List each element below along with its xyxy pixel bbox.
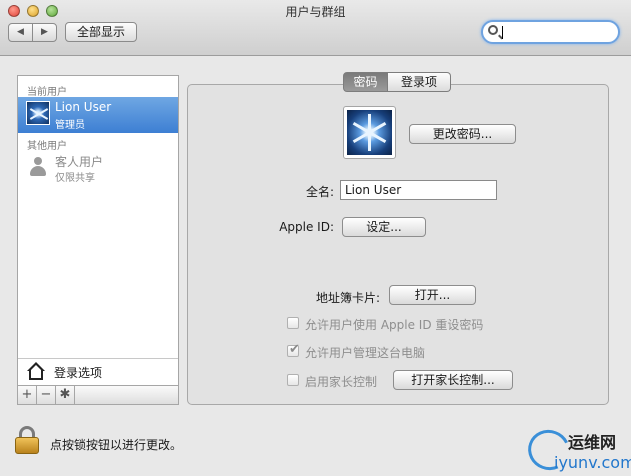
parental-controls-label: 启用家长控制 <box>305 375 378 389</box>
users-groups-window: 用户与群组 ◀ ▶ 全部显示 当前用户 Lion User 管理员 其他用户 客… <box>0 0 631 476</box>
lock-hint: 点按锁按钮以进行更改。 <box>50 438 183 452</box>
user-picture[interactable] <box>343 106 396 159</box>
guest-user-icon <box>28 157 48 177</box>
apple-id-label: Apple ID: <box>279 220 334 234</box>
full-name-label: 全名: <box>305 185 334 199</box>
address-card-label: 地址簿卡片: <box>315 291 380 305</box>
allow-reset-label: 允许用户使用 Apple ID 重设密码 <box>305 318 484 332</box>
user-name: Lion User <box>55 100 112 114</box>
watermark-top: 运维网 <box>568 433 617 452</box>
search-input[interactable] <box>481 20 620 44</box>
current-users-label: 当前用户 <box>27 87 67 98</box>
gear-icon[interactable]: ✱ <box>56 386 75 404</box>
lock-icon[interactable] <box>15 426 39 454</box>
remove-user-button[interactable]: − <box>37 386 56 404</box>
address-card-open-button[interactable]: 打开... <box>389 285 476 305</box>
user-row-guest[interactable]: 客人用户 仅限共享 <box>18 150 178 186</box>
login-options-item[interactable]: 登录选项 <box>18 358 178 384</box>
window-title: 用户与群组 <box>285 5 346 19</box>
snowflake-picture-icon <box>347 110 392 155</box>
sidebar-button-bar: + − ✱ <box>18 385 178 404</box>
allow-reset-checkbox[interactable] <box>287 317 299 329</box>
forward-icon[interactable]: ▶ <box>33 24 56 41</box>
apple-id-set-button[interactable]: 设定... <box>342 217 426 237</box>
user-row-lion-user[interactable]: Lion User 管理员 <box>18 97 178 133</box>
tab-login-items[interactable]: 登录项 <box>388 72 451 92</box>
snowflake-avatar-icon <box>26 101 50 125</box>
tab-password[interactable]: 密码 <box>343 72 388 92</box>
back-icon[interactable]: ◀ <box>9 24 33 41</box>
parental-controls-checkbox[interactable] <box>287 374 299 386</box>
add-user-button[interactable]: + <box>18 386 37 404</box>
user-role: 管理员 <box>55 120 85 131</box>
open-parental-controls-button[interactable]: 打开家长控制... <box>393 370 513 390</box>
text-caret <box>502 26 503 39</box>
user-role: 仅限共享 <box>55 173 95 184</box>
checkmark-icon: ✔ <box>289 342 300 357</box>
full-name-field[interactable]: Lion User <box>340 180 497 200</box>
search-icon <box>488 25 498 35</box>
nav-segment: ◀ ▶ <box>8 23 57 42</box>
user-name: 客人用户 <box>55 155 104 169</box>
show-all-button[interactable]: 全部显示 <box>65 22 137 42</box>
change-password-button[interactable]: 更改密码... <box>409 124 516 144</box>
allow-admin-checkbox[interactable]: ✔ <box>287 342 300 357</box>
tab-bar: 密码 登录项 <box>343 72 451 92</box>
allow-admin-label: 允许用户管理这台电脑 <box>305 346 426 360</box>
house-icon <box>26 362 46 382</box>
user-list: 当前用户 Lion User 管理员 其他用户 客人用户 仅限共享 登录选项 +… <box>17 75 179 405</box>
watermark-bottom: iyunv.com <box>554 453 631 472</box>
watermark-logo: 运维网 iyunv.com <box>522 424 631 476</box>
login-options-label: 登录选项 <box>54 366 103 380</box>
toolbar: 用户与群组 ◀ ▶ 全部显示 <box>0 0 631 56</box>
